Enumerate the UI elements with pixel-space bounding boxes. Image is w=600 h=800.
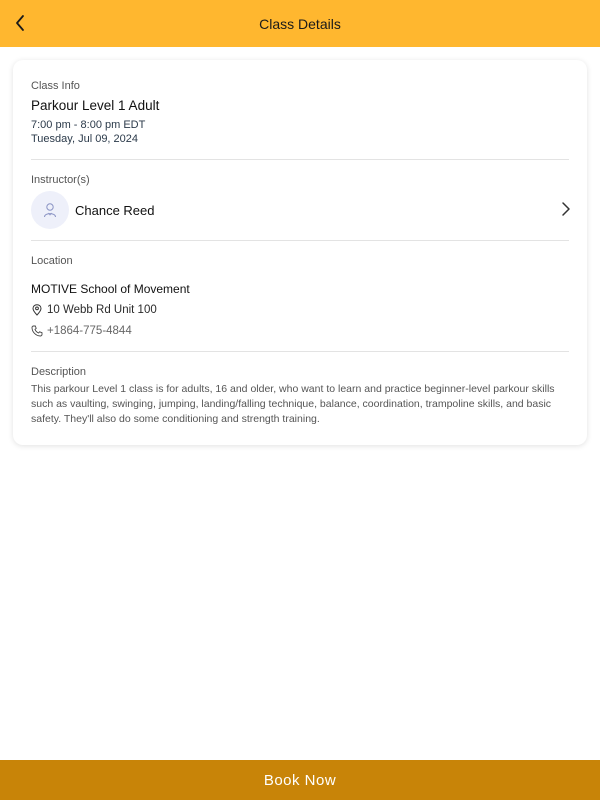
divider — [31, 240, 569, 241]
class-time: 7:00 pm - 8:00 pm EDT — [31, 119, 146, 131]
divider — [31, 351, 569, 352]
address-text: 10 Webb Rd Unit 100 — [47, 304, 157, 316]
app-header: Class Details — [0, 0, 600, 47]
description-text: This parkour Level 1 class is for adults… — [31, 383, 555, 425]
instructor-row[interactable]: Chance Reed — [31, 190, 571, 230]
description-label: Description — [31, 366, 87, 378]
class-date: Tuesday, Jul 09, 2024 — [31, 133, 139, 145]
class-details-card: Class Info Parkour Level 1 Adult 7:00 pm… — [13, 60, 587, 445]
chevron-left-icon — [16, 15, 24, 31]
book-now-button[interactable]: Book Now — [0, 760, 600, 800]
chevron-right-icon — [562, 202, 570, 216]
map-pin-icon — [31, 304, 43, 316]
class-title: Parkour Level 1 Adult — [31, 98, 160, 113]
phone-row[interactable]: +1864-775-4844 — [31, 325, 132, 337]
user-icon — [44, 203, 56, 218]
class-info-label: Class Info — [31, 80, 80, 92]
phone-icon — [31, 325, 43, 337]
instructor-name: Chance Reed — [75, 202, 155, 218]
page-title: Class Details — [259, 15, 341, 32]
back-button[interactable] — [8, 10, 32, 36]
location-label: Location — [31, 255, 73, 267]
location-name: MOTIVE School of Movement — [31, 282, 190, 296]
avatar — [31, 191, 69, 229]
instructor-label: Instructor(s) — [31, 174, 90, 186]
address-row: 10 Webb Rd Unit 100 — [31, 304, 157, 316]
phone-text: +1864-775-4844 — [47, 325, 132, 337]
divider — [31, 159, 569, 160]
